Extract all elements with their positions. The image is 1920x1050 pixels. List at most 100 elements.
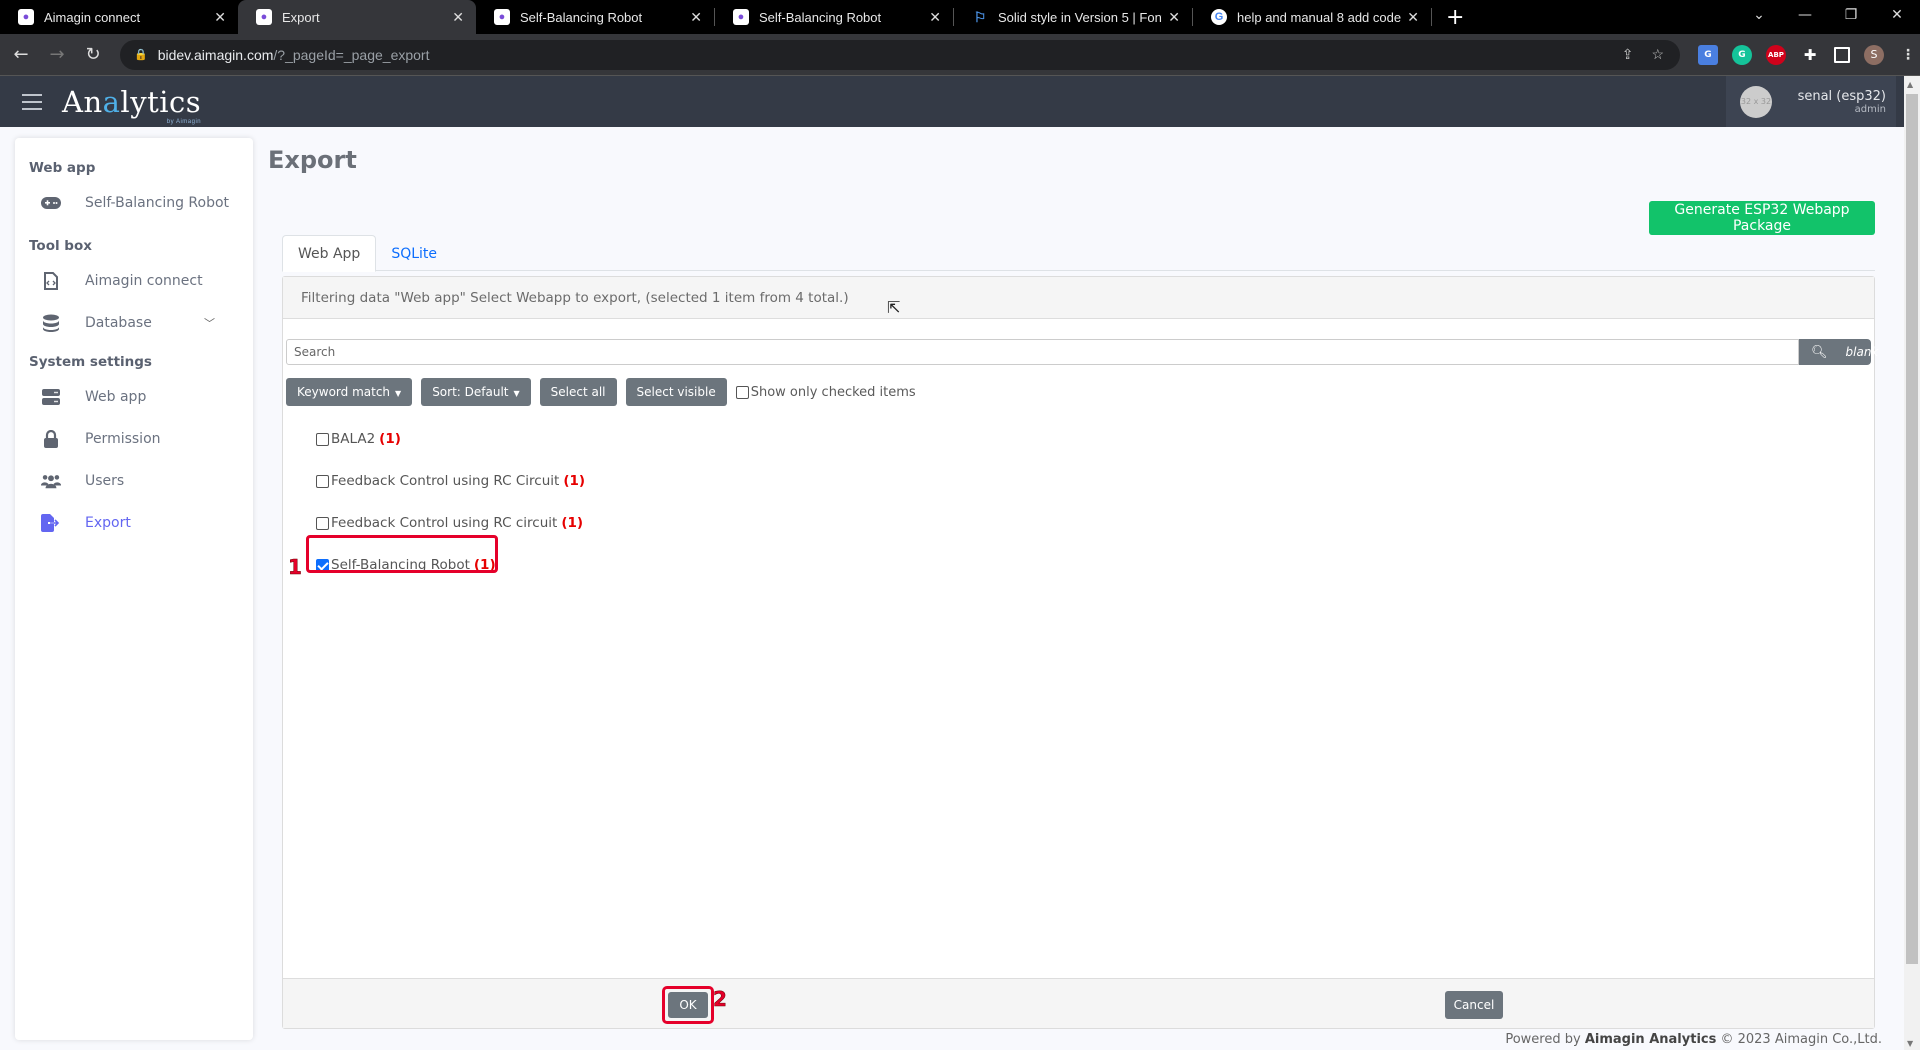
search-row: 🔍︎ blank: [286, 339, 1878, 365]
close-tab-icon[interactable]: ✕: [1407, 9, 1419, 26]
annotation-number: 2: [713, 987, 727, 1012]
search-button[interactable]: 🔍︎ blank: [1799, 339, 1878, 365]
panel-footer: OK 2 Cancel: [283, 978, 1874, 1028]
extensions-bar: G G ABP ✚ S ⋮: [1698, 44, 1918, 65]
tab-separator: [1431, 8, 1432, 26]
puzzle-icon[interactable]: ✚: [1800, 45, 1820, 65]
avatar: 32 x 32: [1740, 85, 1772, 118]
sidebar-item-users[interactable]: Users: [15, 460, 253, 502]
sidebar-item-self-balancing-robot[interactable]: Self-Balancing Robot: [15, 182, 253, 224]
browser-tab[interactable]: ● Aimagin connect ✕: [0, 0, 238, 34]
sidebar: Web app Self-Balancing Robot Tool box Ai…: [15, 138, 253, 1040]
sidebar-item-database[interactable]: Database ﹀: [15, 302, 253, 344]
list-item[interactable]: BALA2 (1): [316, 418, 585, 460]
annotation-number: 1: [288, 555, 302, 580]
chevron-down-icon[interactable]: ﹀: [204, 315, 215, 331]
aimagin-icon: ●: [494, 9, 510, 25]
back-icon[interactable]: ←: [6, 44, 36, 65]
item-checkbox[interactable]: [316, 432, 329, 446]
item-checkbox[interactable]: [316, 516, 329, 530]
flag-icon: ⚐: [973, 8, 987, 25]
database-icon: [41, 314, 61, 332]
browser-tab-active[interactable]: ● Export ✕: [238, 0, 476, 34]
browser-tab[interactable]: ● Self-Balancing Robot ✕: [476, 0, 714, 34]
sidebar-item-permission[interactable]: Permission: [15, 418, 253, 460]
browser-tab[interactable]: ● Self-Balancing Robot ✕: [715, 0, 953, 34]
window-controls: ⌄ — ❐ ✕: [1736, 0, 1920, 30]
browser-tab[interactable]: Ghelp and manual 8 add code - G✕: [1193, 0, 1431, 34]
aimagin-icon: ●: [256, 9, 272, 25]
close-tab-icon[interactable]: ✕: [452, 9, 464, 26]
close-window-icon[interactable]: ✕: [1874, 0, 1920, 30]
cancel-button[interactable]: Cancel: [1445, 991, 1503, 1019]
page-scrollbar[interactable]: ▲ ▼: [1904, 76, 1920, 1050]
search-mode: blank: [1845, 345, 1879, 359]
sidepanel-icon[interactable]: [1834, 46, 1850, 63]
reload-icon[interactable]: ↻: [78, 44, 108, 65]
search-input[interactable]: [286, 339, 1799, 365]
adblock-icon[interactable]: ABP: [1766, 44, 1786, 65]
page-title: Export: [268, 146, 357, 174]
export-tabs: Web App SQLite: [282, 235, 1875, 272]
url-field[interactable]: 🔒 bidev.aimagin.com/?_pageId=_page_expor…: [120, 39, 1680, 70]
tab-sqlite[interactable]: SQLite: [376, 235, 452, 272]
aimagin-icon: ●: [18, 9, 34, 25]
show-only-checked-toggle[interactable]: Show only checked items: [735, 385, 916, 400]
close-tab-icon[interactable]: ✕: [690, 9, 702, 26]
user-name: senal (esp32): [1797, 88, 1886, 104]
show-only-checked-checkbox[interactable]: [735, 385, 749, 399]
translate-icon[interactable]: G: [1698, 44, 1718, 65]
lock-icon: 🔒: [134, 49, 148, 61]
select-visible-button[interactable]: Select visible: [625, 378, 727, 406]
scroll-down-icon[interactable]: ▼: [1907, 1039, 1913, 1048]
profile-avatar[interactable]: S: [1864, 44, 1884, 65]
sidebar-item-aimagin-connect[interactable]: Aimagin connect: [15, 260, 253, 302]
close-tab-icon[interactable]: ✕: [214, 9, 226, 26]
page-footer: Powered by Aimagin Analytics © 2023 Aima…: [1505, 1032, 1882, 1047]
sidebar-heading-tool-box: Tool box: [29, 238, 92, 254]
forward-icon[interactable]: →: [42, 44, 72, 65]
list-toolbar: Keyword match ▼ Sort: Default ▼ Select all…: [286, 378, 916, 406]
caret-down-icon: ▼: [513, 389, 520, 398]
sidebar-item-web-app[interactable]: Web app: [15, 376, 253, 418]
file-export-icon: [41, 514, 61, 532]
lock-icon: [41, 430, 61, 448]
hamburger-menu-icon[interactable]: [22, 93, 42, 110]
user-menu[interactable]: 32 x 32 senal (esp32) admin: [1726, 76, 1896, 127]
grammarly-icon[interactable]: G: [1732, 44, 1752, 65]
analytics-logo[interactable]: Analytics by Aimagin: [62, 85, 201, 125]
restore-icon[interactable]: ❐: [1828, 0, 1874, 30]
scrollbar-thumb[interactable]: [1906, 94, 1918, 964]
tab-web-app[interactable]: Web App: [282, 235, 377, 272]
new-tab-icon[interactable]: +: [1446, 5, 1464, 30]
select-all-button[interactable]: Select all: [539, 378, 617, 406]
item-checkbox[interactable]: [316, 474, 329, 488]
keyword-match-dropdown[interactable]: Keyword match ▼: [286, 378, 413, 406]
close-tab-icon[interactable]: ✕: [1168, 9, 1180, 26]
google-icon: G: [1211, 9, 1227, 25]
browser-tab[interactable]: ⚐Solid style in Version 5 | Font Aw✕: [954, 0, 1192, 34]
menu-dots-icon[interactable]: ⋮: [1898, 45, 1918, 65]
scroll-up-icon[interactable]: ▲: [1907, 80, 1913, 89]
mouse-cursor-icon: ⇱: [887, 298, 901, 317]
generate-esp32-package-button[interactable]: Generate ESP32 Webapp Package: [1649, 201, 1875, 235]
filter-description: Filtering data "Web app" Select Webapp t…: [283, 277, 1874, 319]
bookmark-star-icon[interactable]: ☆: [1651, 46, 1664, 63]
search-icon: 🔍︎: [1811, 344, 1828, 360]
browser-tab-bar: ● Aimagin connect ✕ ● Export ✕ ● Self-Balanci…: [0, 0, 1920, 34]
aimagin-icon: ●: [733, 9, 749, 25]
caret-down-icon: ▼: [395, 389, 402, 398]
users-icon: [41, 472, 61, 490]
share-icon[interactable]: ⇪: [1622, 46, 1634, 63]
user-role: admin: [1854, 103, 1886, 115]
list-item[interactable]: Feedback Control using RC Circuit (1): [316, 460, 585, 502]
close-tab-icon[interactable]: ✕: [929, 9, 941, 26]
sidebar-item-export[interactable]: Export: [15, 502, 253, 544]
sort-dropdown[interactable]: Sort: Default ▼: [421, 378, 531, 406]
highlight-box-selected-item: [306, 535, 498, 573]
server-icon: [41, 388, 61, 406]
minimize-icon[interactable]: —: [1782, 0, 1828, 30]
tab-search-icon[interactable]: ⌄: [1736, 0, 1782, 30]
app-header: Analytics by Aimagin 32 x 32 senal (esp32…: [0, 76, 1904, 127]
ok-button[interactable]: OK: [668, 992, 708, 1018]
